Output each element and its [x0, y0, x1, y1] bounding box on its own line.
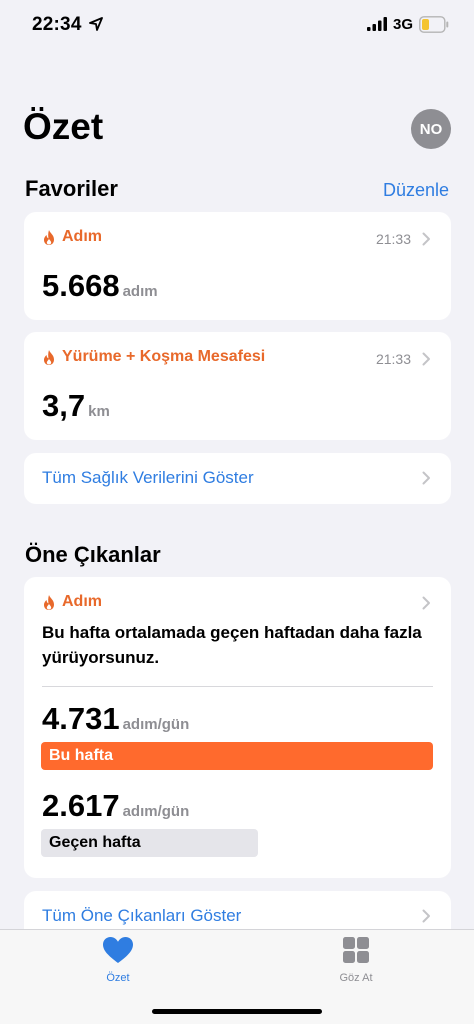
edit-button[interactable]: Düzenle	[383, 180, 449, 201]
highlight-text: Bu hafta ortalamada geçen haftadan daha …	[42, 623, 422, 667]
show-all-health-data-label: Tüm Sağlık Verilerini Göster	[42, 468, 254, 487]
signal-icon	[367, 17, 387, 31]
card-label: Adım	[62, 593, 102, 610]
show-all-highlights-label: Tüm Öne Çıkanları Göster	[42, 906, 242, 925]
card-header: Adım	[42, 593, 102, 611]
status-bar: 22:34 3G	[0, 0, 474, 50]
card-unit: adım	[122, 283, 158, 300]
tab-browse[interactable]: Göz At	[316, 936, 396, 984]
flame-icon	[44, 229, 54, 245]
favorite-card-steps[interactable]: Adım 21:33 5.668 adım	[24, 212, 451, 320]
home-indicator[interactable]	[152, 1009, 322, 1014]
flame-icon	[44, 594, 54, 610]
card-header: Adım	[42, 228, 102, 246]
highlights-title: Öne Çıkanlar	[25, 542, 161, 567]
status-time: 22:34	[32, 14, 82, 35]
this-week-bar: Bu hafta	[41, 742, 433, 770]
divider	[42, 686, 433, 687]
page-title: Özet	[23, 106, 104, 147]
battery-icon	[419, 16, 449, 33]
card-value: 5.668	[42, 268, 120, 303]
show-all-health-data-button[interactable]: Tüm Sağlık Verilerini Göster	[24, 453, 451, 504]
tab-label: Özet	[106, 972, 130, 984]
tab-summary[interactable]: Özet	[78, 936, 158, 984]
heart-icon	[103, 937, 133, 963]
flame-icon	[44, 349, 54, 365]
favorites-title: Favoriler	[25, 176, 118, 201]
avatar[interactable]: NO	[411, 109, 451, 149]
card-value: 3,7	[42, 388, 86, 423]
grid-icon	[343, 937, 369, 963]
card-time: 21:33	[375, 231, 411, 247]
card-value-row: 3,7 km	[42, 388, 110, 424]
card-unit: km	[88, 403, 110, 420]
chevron-right-icon	[422, 232, 430, 246]
this-week-unit: adım/gün	[122, 716, 190, 733]
card-header: Yürüme + Koşma Mesafesi	[42, 348, 265, 366]
last-week-value: 2.617	[42, 788, 120, 823]
location-arrow-icon	[89, 17, 103, 31]
chevron-right-icon	[422, 596, 430, 610]
last-week-bar: Geçen hafta	[41, 829, 258, 857]
chevron-right-icon	[422, 471, 430, 485]
network-type: 3G	[393, 16, 414, 33]
card-label: Adım	[62, 228, 102, 245]
this-week-value: 4.731	[42, 701, 120, 736]
last-week-value-row: 2.617 adım/gün	[42, 788, 189, 824]
card-label: Yürüme + Koşma Mesafesi	[62, 348, 266, 365]
chevron-right-icon	[422, 909, 430, 923]
highlight-card-steps[interactable]: Adım Bu hafta ortalamada geçen haftadan …	[24, 577, 451, 878]
last-week-unit: adım/gün	[122, 803, 190, 820]
this-week-value-row: 4.731 adım/gün	[42, 701, 189, 737]
tab-label: Göz At	[339, 972, 373, 984]
favorite-card-distance[interactable]: Yürüme + Koşma Mesafesi 21:33 3,7 km	[24, 332, 451, 440]
card-time: 21:33	[375, 351, 411, 367]
card-value-row: 5.668 adım	[42, 268, 158, 304]
chevron-right-icon	[422, 352, 430, 366]
